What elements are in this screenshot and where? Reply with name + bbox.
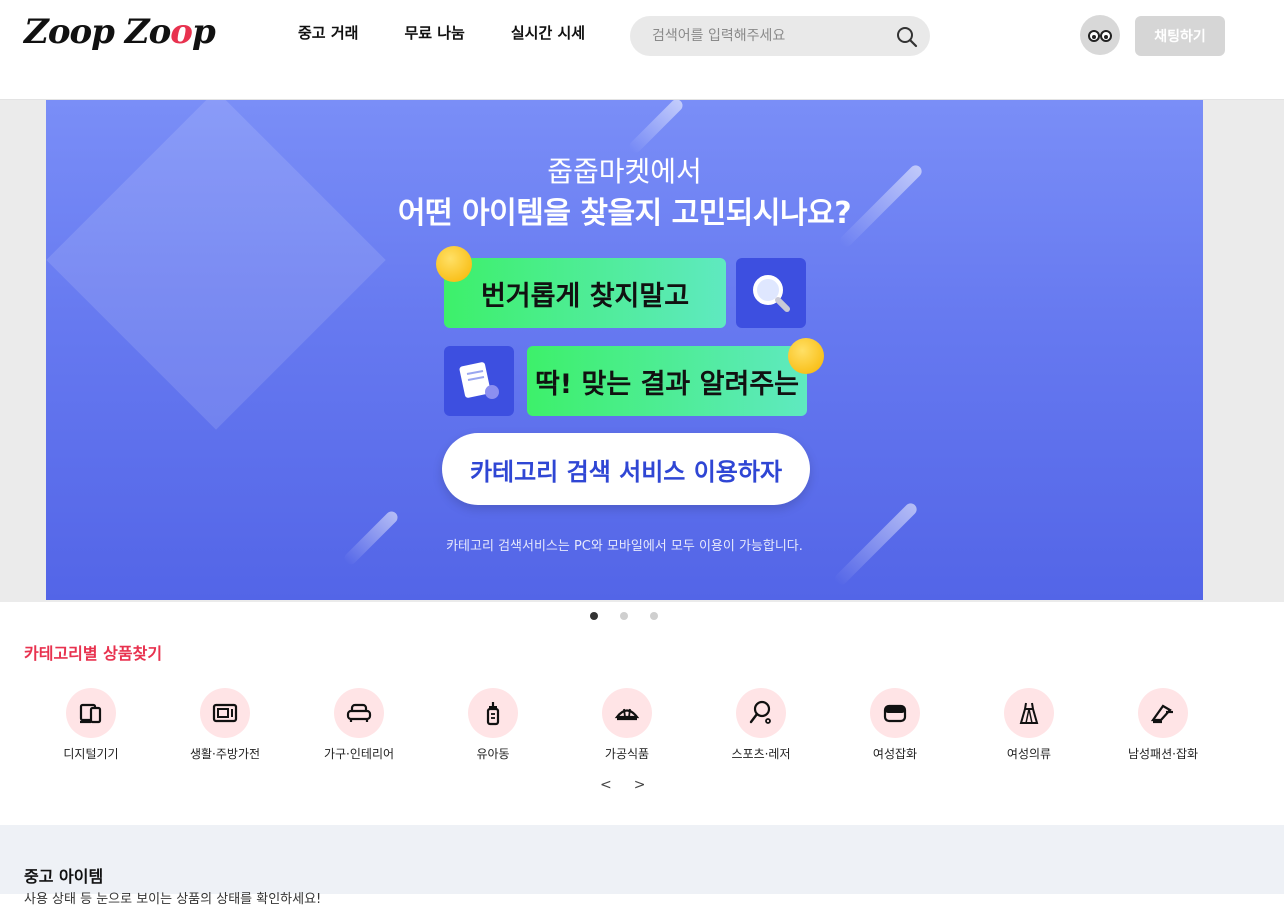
avatar-face-icon xyxy=(1088,30,1112,42)
chat-button[interactable]: 채팅하기 xyxy=(1135,16,1225,56)
category-food[interactable]: 가공식품 xyxy=(560,688,694,762)
digital-device-icon xyxy=(79,703,102,724)
appliance-icon xyxy=(212,703,238,723)
document-icon xyxy=(459,362,499,399)
category-icon-wrap xyxy=(870,688,920,738)
category-label: 스포츠·레저 xyxy=(731,747,791,761)
dress-icon xyxy=(1019,702,1039,724)
nav-live-price[interactable]: 실시간 시세 xyxy=(511,22,585,43)
logo-accent: o xyxy=(170,12,193,52)
category-list: 디지털기기 생활·주방가전 가구·인테리어 유아동 가공식품 스포츠·레저 여성… xyxy=(24,688,1230,762)
category-sports[interactable]: 스포츠·레저 xyxy=(694,688,828,762)
banner-title-2: 어떤 아이템을 찾을지 고민되시나요? xyxy=(397,196,852,231)
category-next-button[interactable]: > xyxy=(634,777,646,793)
category-icon-wrap xyxy=(736,688,786,738)
nav-used-trade[interactable]: 중고 거래 xyxy=(298,22,358,43)
surprised-emoji-icon xyxy=(436,246,472,282)
category-section-title: 카테고리별 상품찾기 xyxy=(24,644,163,663)
used-items-section: 중고 아이템 사용 상태 등 눈으로 보이는 상품의 상태를 확인하세요! xyxy=(0,825,1284,907)
logo[interactable]: Zoop Zo o p xyxy=(24,8,216,56)
header: Zoop Zoop 중고 거래 무료 나눔 실시간 시세 채팅하기 xyxy=(0,0,1284,100)
banner-carousel: 줍줍마켓에서 어떤 아이템을 찾을지 고민되시나요? 번거롭게 찾지말고 딱! … xyxy=(0,100,1284,602)
used-items-subtitle: 사용 상태 등 눈으로 보이는 상품의 상태를 확인하세요! xyxy=(24,892,322,907)
search-icon[interactable] xyxy=(896,26,918,48)
shoe-icon xyxy=(1150,704,1173,724)
avatar[interactable] xyxy=(1080,15,1120,55)
category-icon-wrap xyxy=(468,688,518,738)
category-label: 가구·인테리어 xyxy=(323,747,395,761)
category-search-cta[interactable]: 카테고리 검색 서비스 이용하자 xyxy=(442,433,810,505)
baby-bottle-icon xyxy=(486,702,500,726)
banner-pill-1: 번거롭게 찾지말고 xyxy=(444,258,726,328)
search-bar xyxy=(630,16,930,56)
carousel-dot-2[interactable] xyxy=(620,612,628,620)
document-tile xyxy=(444,346,514,416)
category-men-fashion[interactable]: 남성패션·잡화 xyxy=(1096,688,1230,762)
category-digital[interactable]: 디지털기기 xyxy=(24,688,158,762)
main-nav: 중고 거래 무료 나눔 실시간 시세 xyxy=(298,22,631,43)
category-label: 생활·주방가전 xyxy=(189,747,261,761)
banner-note: 카테고리 검색서비스는 PC와 모바일에서 모두 이용이 가능합니다. xyxy=(446,539,803,554)
category-icon-wrap xyxy=(66,688,116,738)
banner-title-1: 줍줍마켓에서 xyxy=(547,155,702,188)
magnifier-icon xyxy=(753,275,790,312)
category-appliance[interactable]: 생활·주방가전 xyxy=(158,688,292,762)
banner-slide[interactable]: 줍줍마켓에서 어떤 아이템을 찾을지 고민되시나요? 번거롭게 찾지말고 딱! … xyxy=(46,100,1203,600)
category-icon-wrap xyxy=(1138,688,1188,738)
carousel-dots xyxy=(590,612,658,620)
laughing-emoji-icon xyxy=(788,338,824,374)
magnifier-tile xyxy=(736,258,806,328)
nav-free-share[interactable]: 무료 나눔 xyxy=(404,22,464,43)
food-icon xyxy=(614,708,640,721)
category-women-clothing[interactable]: 여성의류 xyxy=(962,688,1096,762)
banner-pill-2: 딱! 맞는 결과 알려주는 xyxy=(527,346,807,416)
carousel-dot-1[interactable] xyxy=(590,612,598,620)
bag-icon xyxy=(883,704,907,723)
category-pager: < > xyxy=(600,777,645,793)
category-label: 남성패션·잡화 xyxy=(1127,747,1199,761)
logo-text-end: p xyxy=(191,12,216,52)
category-icon-wrap xyxy=(1004,688,1054,738)
racket-icon xyxy=(749,700,771,724)
category-label: 여성의류 xyxy=(1006,747,1052,761)
category-label: 디지털기기 xyxy=(63,747,119,761)
category-label: 여성잡화 xyxy=(872,747,918,761)
banner-stroke xyxy=(627,100,685,155)
used-items-title: 중고 아이템 xyxy=(24,867,104,886)
logo-text: Zoop Zo xyxy=(24,12,171,52)
category-icon-wrap xyxy=(334,688,384,738)
category-label: 가공식품 xyxy=(604,747,650,761)
category-furniture[interactable]: 가구·인테리어 xyxy=(292,688,426,762)
search-input[interactable] xyxy=(652,16,882,56)
category-prev-button[interactable]: < xyxy=(600,777,612,793)
category-kids[interactable]: 유아동 xyxy=(426,688,560,762)
category-icon-wrap xyxy=(602,688,652,738)
category-women-accessories[interactable]: 여성잡화 xyxy=(828,688,962,762)
sofa-icon xyxy=(346,703,372,722)
carousel-dot-3[interactable] xyxy=(650,612,658,620)
category-icon-wrap xyxy=(200,688,250,738)
category-label: 유아동 xyxy=(476,747,510,761)
